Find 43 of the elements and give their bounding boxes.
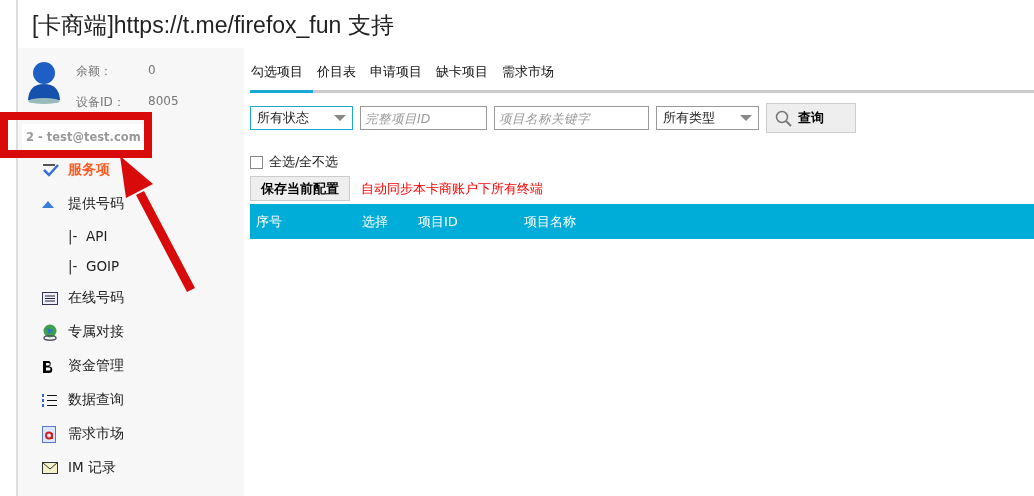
tab[interactable]: 申请项目 xyxy=(369,63,432,93)
column-header: 序号 xyxy=(255,212,283,231)
balance-value: 0 xyxy=(148,63,157,79)
sync-note: 自动同步本卡商账户下所有终端 xyxy=(361,179,543,198)
tab[interactable]: 需求市场 xyxy=(501,63,564,93)
tab[interactable]: 勾选项目 xyxy=(250,63,313,93)
select-all-label: 全选/全不选 xyxy=(269,153,339,171)
sidebar-item[interactable]: |- API xyxy=(18,221,110,251)
search-icon xyxy=(775,109,792,127)
tab[interactable]: 价目表 xyxy=(316,63,366,93)
project-id-field[interactable]: 完整项目ID xyxy=(360,106,487,130)
envelope-icon xyxy=(42,462,58,474)
save-button[interactable]: 保存当前配置 xyxy=(250,176,350,201)
checkbox[interactable] xyxy=(250,155,263,169)
type-dropdown[interactable]: 所有类型 xyxy=(656,106,759,130)
page-title: [卡商端]https://t.me/firefox_fun 支持 xyxy=(31,11,395,40)
sidebar-item[interactable]: IM 记录 xyxy=(18,451,118,485)
sidebar-item[interactable]: 资金管理 xyxy=(18,349,126,383)
device-id-value: 8005 xyxy=(148,93,179,110)
list-icon xyxy=(42,291,58,305)
sidebar-item[interactable]: 需求市场 xyxy=(18,417,126,451)
query-button[interactable]: 查询 xyxy=(766,103,856,133)
column-header: 项目ID xyxy=(417,212,459,231)
sidebar-item[interactable]: 在线号码 xyxy=(18,281,126,315)
select-all-checkbox[interactable]: 全选/全不选 xyxy=(250,153,1034,171)
sidebar-item[interactable]: 数据查询 xyxy=(18,383,126,417)
spellcheck-icon xyxy=(42,163,60,177)
keyword-field[interactable]: 项目名称关键字 xyxy=(494,106,649,130)
numbered-list-icon xyxy=(42,392,57,408)
column-header: 项目名称 xyxy=(523,212,577,231)
sidebar-item[interactable]: |- GOIP xyxy=(18,251,122,281)
balance-label: 余额： xyxy=(76,63,113,80)
document-icon xyxy=(42,425,56,443)
sidebar-item[interactable]: 专属对接 xyxy=(18,315,126,349)
globe-icon xyxy=(42,323,59,341)
status-dropdown[interactable]: 所有状态 xyxy=(250,106,353,130)
column-header: 选择 xyxy=(361,212,389,231)
user-avatar-icon xyxy=(26,60,62,104)
bold-icon xyxy=(42,359,54,373)
tab[interactable]: 缺卡项目 xyxy=(435,63,498,93)
sidebar-item[interactable]: 提供号码 xyxy=(18,187,126,221)
up-arrow-icon xyxy=(42,200,54,208)
device-id-label: 设备ID： xyxy=(76,93,126,111)
